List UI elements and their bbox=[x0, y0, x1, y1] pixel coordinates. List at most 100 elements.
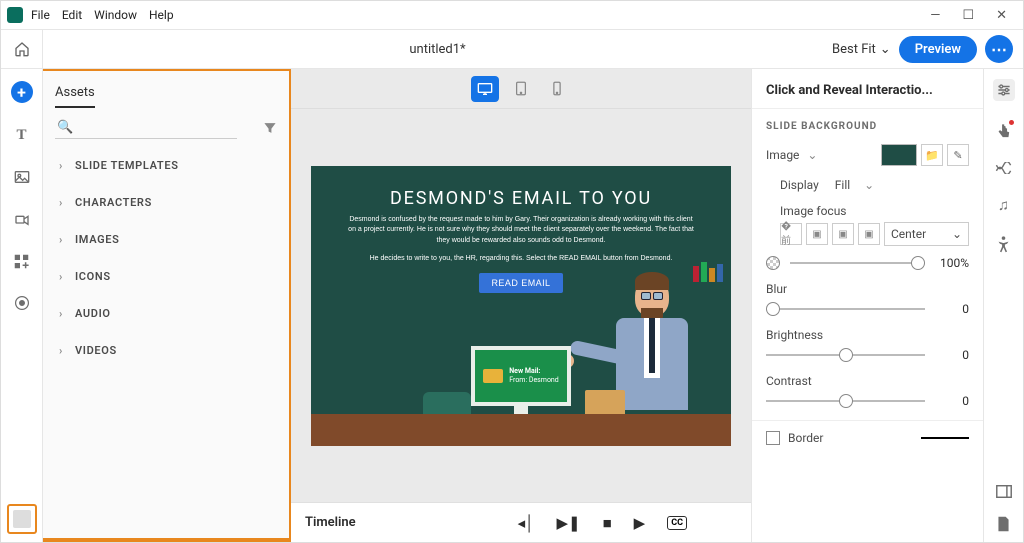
mail-line1: New Mail: bbox=[509, 367, 559, 375]
folder-open-icon[interactable]: 📁 bbox=[921, 144, 943, 166]
box-illustration bbox=[585, 390, 625, 416]
app-logo bbox=[7, 7, 23, 23]
slide-canvas[interactable]: DESMOND'S EMAIL TO YOU Desmond is confus… bbox=[291, 109, 751, 502]
chevron-right-icon: › bbox=[59, 344, 63, 357]
interactions-icon[interactable] bbox=[996, 123, 1011, 140]
device-mobile-tab[interactable] bbox=[543, 76, 571, 102]
blur-value: 0 bbox=[935, 302, 969, 316]
envelope-icon bbox=[483, 369, 503, 383]
timeline-bar: Timeline ◂│ ▶❚ ■ ▶ CC bbox=[291, 502, 751, 542]
border-label: Border bbox=[788, 431, 823, 445]
background-thumbnail[interactable] bbox=[881, 144, 917, 166]
display-value[interactable]: Fill bbox=[835, 178, 850, 192]
add-button[interactable]: + bbox=[11, 81, 33, 103]
text-tool-icon[interactable]: T bbox=[12, 125, 32, 145]
menu-edit[interactable]: Edit bbox=[62, 8, 82, 22]
blur-label: Blur bbox=[752, 276, 983, 296]
home-button[interactable] bbox=[1, 30, 43, 68]
search-icon: 🔍 bbox=[57, 120, 73, 135]
opacity-slider[interactable] bbox=[790, 262, 925, 264]
contrast-label: Contrast bbox=[752, 368, 983, 388]
category-label: IMAGES bbox=[75, 233, 120, 246]
closed-caption-button[interactable]: CC bbox=[667, 516, 687, 530]
zoom-value: Best Fit bbox=[832, 42, 876, 57]
adjustments-icon[interactable] bbox=[993, 79, 1015, 101]
category-label: VIDEOS bbox=[75, 344, 117, 357]
border-checkbox[interactable] bbox=[766, 431, 780, 445]
chevron-right-icon: › bbox=[59, 307, 63, 320]
record-tool-icon[interactable] bbox=[12, 293, 32, 313]
display-label: Display bbox=[780, 178, 819, 192]
page-icon bbox=[13, 510, 31, 528]
timeline-label[interactable]: Timeline bbox=[305, 515, 356, 530]
slide-content: DESMOND'S EMAIL TO YOU Desmond is confus… bbox=[311, 166, 731, 446]
properties-panel: Click and Reveal Interactio... SLIDE BAC… bbox=[751, 69, 983, 542]
image-label: Image bbox=[766, 148, 799, 162]
assets-tab[interactable]: Assets bbox=[55, 85, 95, 108]
toolbar: untitled1* Best Fit ⌄ Preview ⋯ bbox=[1, 29, 1023, 69]
category-label: SLIDE TEMPLATES bbox=[75, 159, 179, 172]
step-back-icon[interactable]: ◂│ bbox=[518, 514, 535, 532]
view-panel-icon[interactable] bbox=[996, 485, 1012, 498]
stop-icon[interactable]: ■ bbox=[603, 514, 612, 532]
interaction-tool-icon[interactable] bbox=[12, 209, 32, 229]
widgets-tool-icon[interactable] bbox=[12, 251, 32, 271]
play-pause-icon[interactable]: ▶❚ bbox=[557, 514, 581, 532]
window-close-icon[interactable]: ✕ bbox=[996, 8, 1007, 23]
chevron-right-icon: › bbox=[59, 270, 63, 283]
animations-icon[interactable] bbox=[995, 162, 1012, 174]
preview-button[interactable]: Preview bbox=[899, 36, 977, 63]
assets-panel: Assets 🔍 ›SLIDE TEMPLATES ›CHARACTERS ›I… bbox=[43, 69, 291, 542]
menu-help[interactable]: Help bbox=[149, 8, 174, 22]
document-icon[interactable] bbox=[997, 516, 1010, 532]
audio-icon[interactable]: ♫ bbox=[998, 196, 1009, 214]
category-audio[interactable]: › AUDIO bbox=[43, 295, 289, 332]
focus-top-right-button[interactable]: ▣ bbox=[832, 223, 854, 245]
contrast-slider[interactable] bbox=[766, 400, 925, 402]
border-preview[interactable] bbox=[921, 437, 969, 439]
monitor-illustration: New Mail:From: Desmond bbox=[471, 346, 571, 420]
blur-slider[interactable] bbox=[766, 308, 925, 310]
chevron-down-icon[interactable]: ⌄ bbox=[864, 178, 874, 192]
play-icon[interactable]: ▶ bbox=[634, 514, 646, 532]
device-tablet-tab[interactable] bbox=[507, 76, 535, 102]
menu-file[interactable]: File bbox=[31, 8, 50, 22]
image-tool-icon[interactable] bbox=[12, 167, 32, 187]
chevron-down-icon: ⌄ bbox=[952, 227, 962, 241]
opacity-value: 100% bbox=[935, 256, 969, 270]
window-maximize-icon[interactable]: ☐ bbox=[962, 8, 974, 23]
desk-illustration bbox=[311, 414, 731, 446]
focus-right-button[interactable]: ▣ bbox=[858, 223, 880, 245]
zoom-select[interactable]: Best Fit ⌄ bbox=[832, 42, 891, 57]
chevron-right-icon: › bbox=[59, 196, 63, 209]
read-email-button[interactable]: READ EMAIL bbox=[479, 273, 562, 293]
device-desktop-tab[interactable] bbox=[471, 76, 499, 102]
category-icons[interactable]: ›ICONS bbox=[43, 258, 289, 295]
device-preview-tabs bbox=[291, 69, 751, 109]
category-slide-templates[interactable]: ›SLIDE TEMPLATES bbox=[43, 147, 289, 184]
category-label: AUDIO bbox=[75, 307, 111, 320]
accessibility-icon[interactable] bbox=[996, 236, 1011, 253]
category-characters[interactable]: › CHARACTERS bbox=[43, 184, 289, 221]
more-options-button[interactable]: ⋯ bbox=[985, 35, 1013, 63]
focus-top-left-button[interactable]: �前 bbox=[780, 223, 802, 245]
slide-paragraph-1: Desmond is confused by the request made … bbox=[311, 209, 731, 249]
document-title: untitled1* bbox=[43, 42, 832, 57]
focus-dropdown[interactable]: Center ⌄ bbox=[884, 222, 969, 246]
brightness-slider[interactable] bbox=[766, 354, 925, 356]
chevron-right-icon: › bbox=[59, 233, 63, 246]
focus-top-button[interactable]: ▣ bbox=[806, 223, 828, 245]
category-images[interactable]: › IMAGES bbox=[43, 221, 289, 258]
assets-page-button[interactable] bbox=[7, 504, 37, 534]
home-icon bbox=[14, 41, 30, 57]
right-tool-rail: ♫ bbox=[983, 69, 1023, 542]
chevron-down-icon[interactable]: ⌄ bbox=[807, 148, 817, 162]
assets-search-input[interactable] bbox=[55, 116, 237, 139]
category-label: CHARACTERS bbox=[75, 196, 152, 209]
category-videos[interactable]: › VIDEOS bbox=[43, 332, 289, 369]
edit-pencil-icon[interactable]: ✎ bbox=[947, 144, 969, 166]
filter-icon[interactable] bbox=[263, 121, 277, 135]
window-minimize-icon[interactable]: — bbox=[930, 8, 940, 23]
menu-window[interactable]: Window bbox=[94, 8, 137, 22]
focus-value: Center bbox=[891, 227, 926, 241]
